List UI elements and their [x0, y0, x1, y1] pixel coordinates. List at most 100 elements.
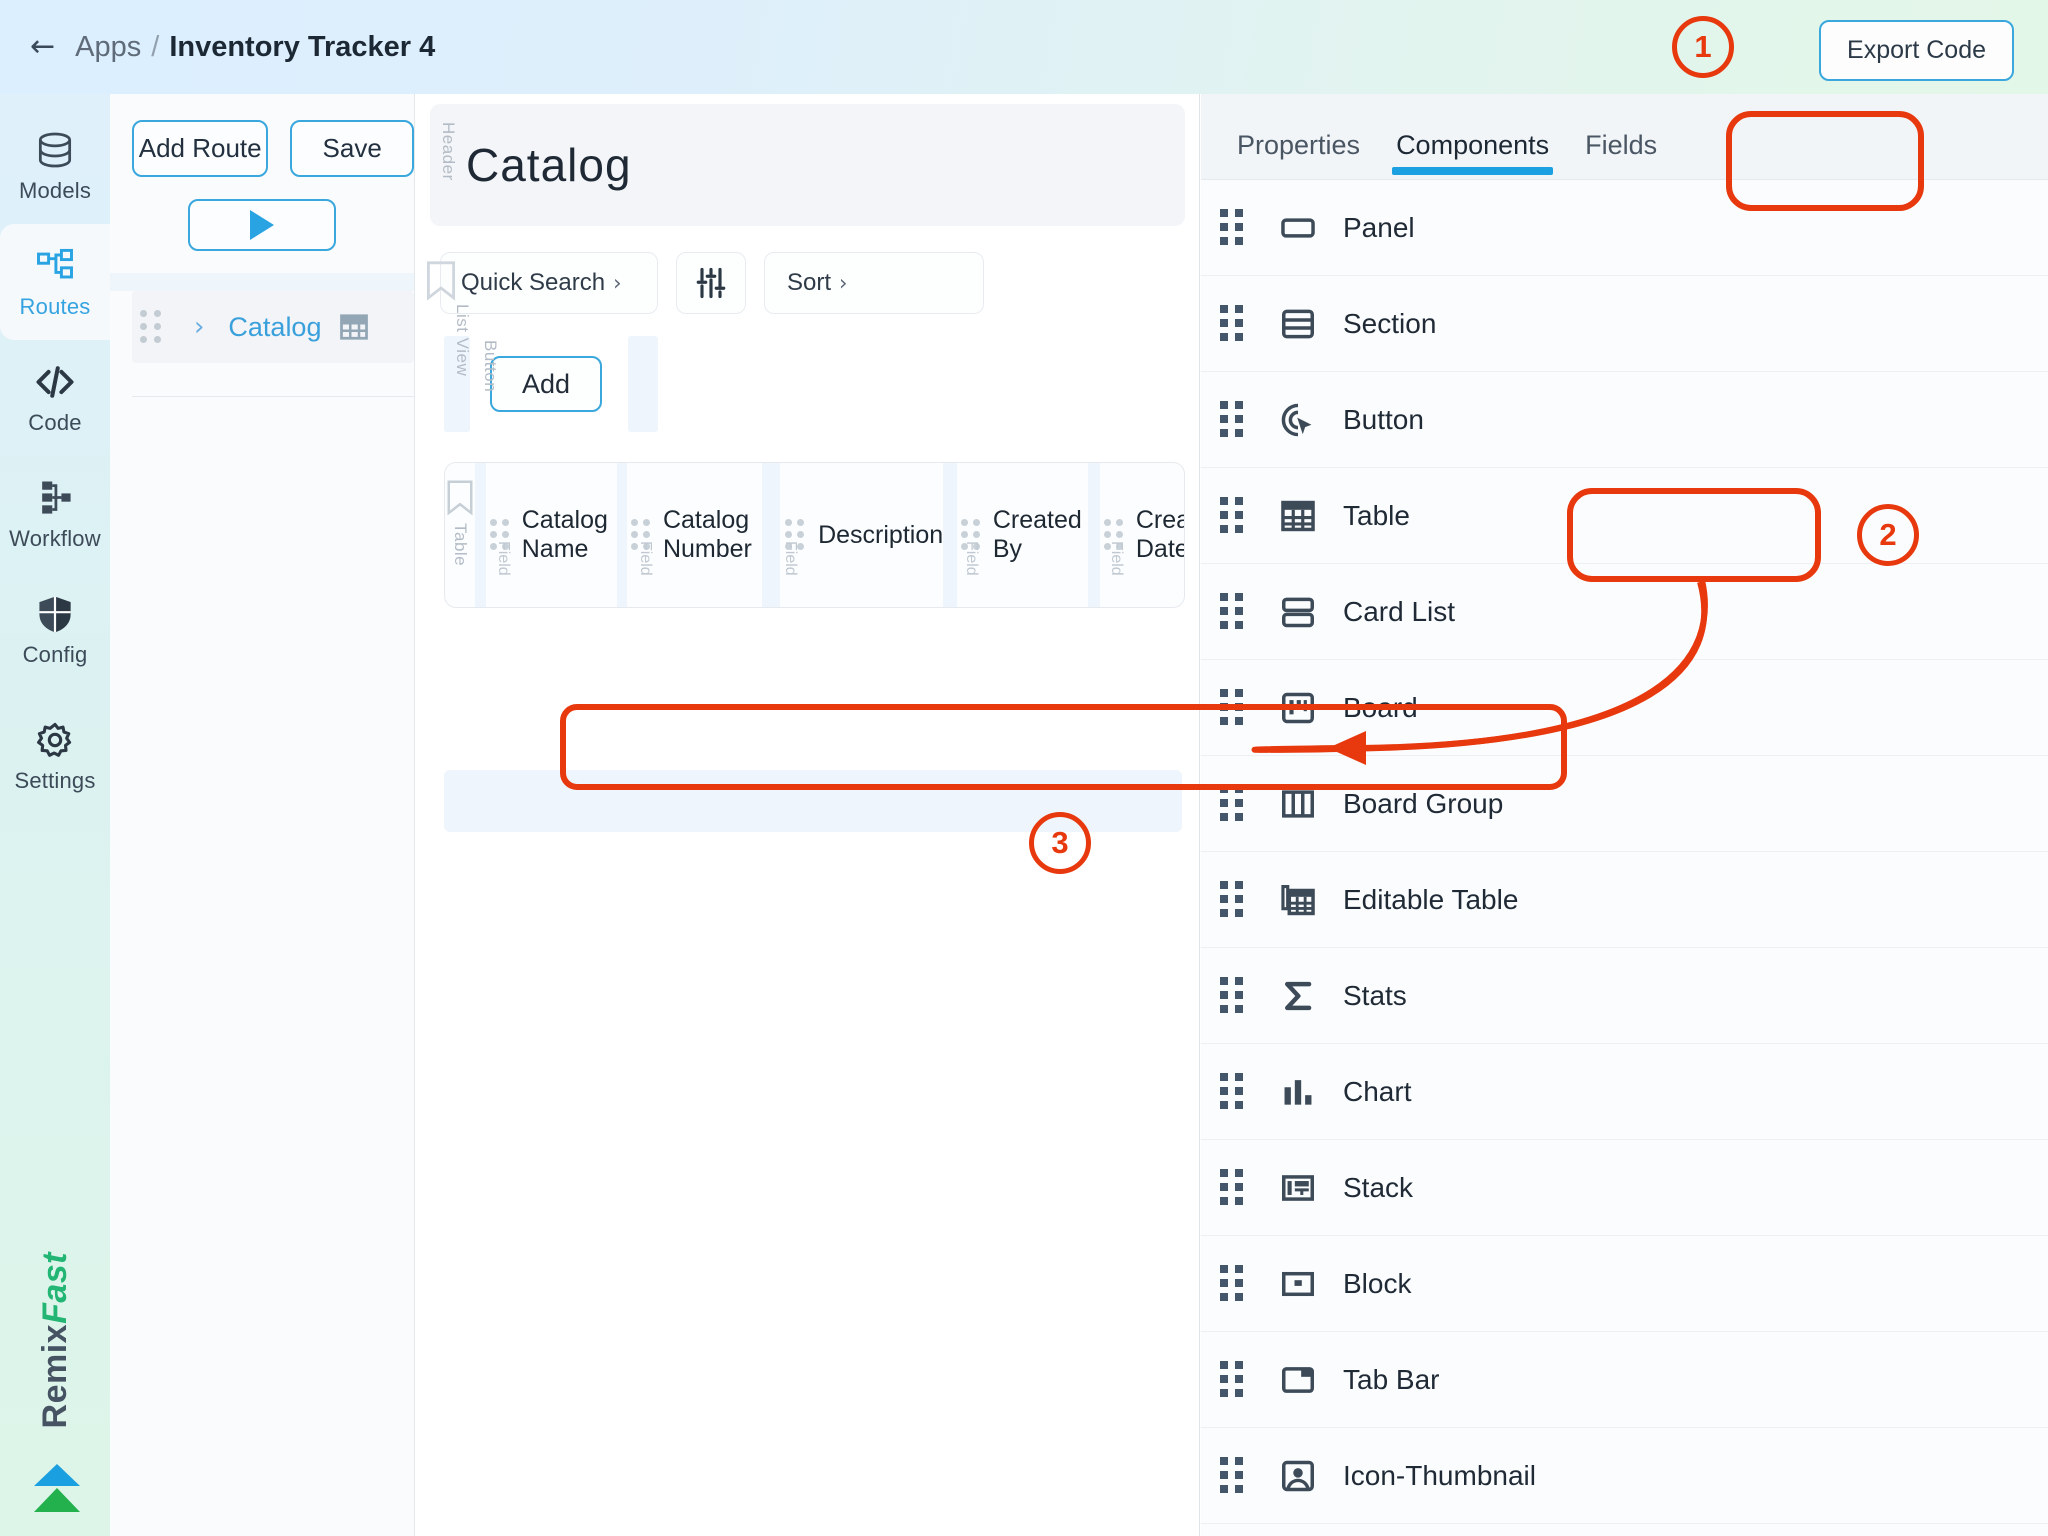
block-rect-icon — [1282, 1271, 1314, 1296]
drag-handle-icon[interactable] — [1219, 1169, 1245, 1206]
sort-button[interactable]: Sort › — [764, 252, 984, 314]
bar-chart-icon — [1284, 1079, 1312, 1105]
component-stack[interactable]: Stack — [1201, 1140, 2048, 1236]
sidebar-item-settings[interactable]: Settings — [0, 698, 110, 814]
sidebar-item-label: Workflow — [9, 526, 101, 551]
breadcrumb-apps[interactable]: Apps — [75, 31, 141, 64]
field-type-label: Field — [963, 541, 981, 576]
sidebar-item-label: Config — [22, 642, 88, 667]
shield-icon — [39, 596, 71, 633]
save-button[interactable]: Save — [290, 120, 414, 177]
component-label: Panel — [1343, 211, 1415, 243]
filter-button[interactable] — [676, 252, 746, 314]
drag-handle-icon[interactable] — [1219, 977, 1245, 1014]
table-column-header[interactable]: Field Created Date — [1088, 463, 1184, 607]
sidebar-item-label: Routes — [19, 294, 91, 319]
component-board-group[interactable]: Board Group — [1201, 756, 2048, 852]
drag-handle-icon[interactable] — [1219, 1073, 1245, 1110]
export-code-button[interactable]: Export Code — [1819, 20, 2014, 81]
workflow-tree-icon — [42, 481, 71, 514]
column-drop-slot[interactable] — [1088, 463, 1100, 607]
component-tab-bar[interactable]: Tab Bar — [1201, 1332, 2048, 1428]
step-badge-3: 3 — [1029, 812, 1091, 874]
add-button[interactable]: Add — [490, 356, 602, 412]
chevron-right-icon: › — [613, 271, 622, 295]
component-label: Table — [1343, 499, 1410, 531]
table-column-header[interactable]: Field Catalog Number — [617, 463, 762, 607]
tab-components[interactable]: Components — [1378, 130, 1567, 179]
component-editable-table[interactable]: Editable Table — [1201, 852, 2048, 948]
quick-search-input[interactable]: Quick Search › — [440, 252, 658, 314]
drop-slot[interactable] — [628, 336, 658, 432]
editable-table-icon — [1281, 884, 1315, 915]
component-label: Board — [1343, 691, 1418, 723]
sidebar-item-routes[interactable]: Routes — [0, 224, 110, 340]
bookmark-icon — [447, 480, 473, 516]
tab-bar-icon — [1282, 1366, 1314, 1393]
chevron-right-icon[interactable]: › — [194, 312, 204, 342]
canvas-table-component[interactable]: Table Field Catalog Name Field Catalog N… — [444, 462, 1185, 608]
routes-panel: Add Route Save › Catalog — [110, 94, 415, 1536]
brand-accent: Fast — [35, 1251, 74, 1324]
button-type-label: Button — [481, 340, 500, 393]
back-arrow-icon[interactable]: ← — [30, 32, 55, 62]
component-stats[interactable]: Stats — [1201, 948, 2048, 1044]
top-bar: ← Apps / Inventory Tracker 4 Export Code — [0, 0, 2048, 94]
component-label: Button — [1343, 403, 1424, 435]
chevron-right-icon: › — [839, 271, 848, 295]
component-card-list[interactable]: Card List — [1201, 564, 2048, 660]
sigma-icon — [1285, 981, 1312, 1010]
canvas-button-row: List View Button Add — [440, 304, 1199, 432]
column-label: Catalog Name — [521, 506, 608, 563]
drag-handle-icon[interactable] — [1219, 785, 1245, 822]
run-preview-button[interactable] — [188, 199, 336, 251]
sidebar-item-config[interactable]: Config — [0, 572, 110, 688]
brand-logo-text: RemixFast — [0, 1252, 110, 1428]
table-lead: Table — [445, 463, 475, 607]
table-column-header[interactable]: Field Catalog Name — [475, 463, 617, 607]
component-board[interactable]: Board — [1201, 660, 2048, 756]
component-button[interactable]: Button — [1201, 372, 2048, 468]
sliders-icon — [696, 267, 726, 299]
column-drop-slot[interactable] — [617, 463, 627, 607]
component-panel[interactable]: Panel — [1201, 180, 2048, 276]
sidebar-item-code[interactable]: Code — [0, 340, 110, 456]
table-grid-icon — [340, 314, 369, 340]
column-drop-slot[interactable] — [762, 463, 781, 607]
add-route-button[interactable]: Add Route — [132, 120, 269, 177]
drag-handle-icon[interactable] — [1219, 305, 1245, 342]
sidebar-item-models[interactable]: Models — [0, 108, 110, 224]
route-tree-item-catalog[interactable]: › Catalog — [132, 291, 414, 363]
drag-handle-icon[interactable] — [1219, 209, 1245, 246]
table-column-header[interactable]: Field Created By — [943, 463, 1088, 607]
drag-handle-icon[interactable] — [138, 309, 164, 344]
table-column-header[interactable]: Field Description — [762, 463, 943, 607]
drag-handle-icon[interactable] — [1219, 1457, 1245, 1494]
drag-handle-icon[interactable] — [1219, 1361, 1245, 1398]
sidebar-item-workflow[interactable]: Workflow — [0, 456, 110, 572]
component-table[interactable]: Table — [1201, 468, 2048, 564]
column-drop-slot[interactable] — [475, 463, 486, 607]
drag-handle-icon[interactable] — [1219, 497, 1245, 534]
field-type-label: Field — [1108, 541, 1126, 576]
component-label: Stats — [1343, 979, 1407, 1011]
drag-handle-icon[interactable] — [1219, 689, 1245, 726]
drag-handle-icon[interactable] — [1219, 1265, 1245, 1302]
drag-handle-icon[interactable] — [1219, 593, 1245, 630]
column-drop-slot[interactable] — [943, 463, 957, 607]
board-icon — [1282, 692, 1314, 723]
canvas-toolbar-row: Quick Search › Sort › — [427, 252, 1199, 314]
canvas-header-section[interactable]: Header Catalog — [430, 104, 1185, 226]
tab-fields[interactable]: Fields — [1567, 130, 1675, 179]
drag-handle-icon[interactable] — [1219, 401, 1245, 438]
canvas-page-title: Catalog — [466, 139, 632, 191]
component-chart[interactable]: Chart — [1201, 1044, 2048, 1140]
component-label: Card List — [1343, 595, 1456, 627]
component-section[interactable]: Section — [1201, 276, 2048, 372]
component-block[interactable]: Block — [1201, 1236, 2048, 1332]
drag-handle-icon[interactable] — [1219, 881, 1245, 918]
tab-properties[interactable]: Properties — [1219, 130, 1378, 179]
component-label: Icon-Thumbnail — [1343, 1459, 1536, 1491]
field-type-label: Field — [495, 541, 512, 576]
component-icon-thumbnail[interactable]: Icon-Thumbnail — [1201, 1428, 2048, 1524]
